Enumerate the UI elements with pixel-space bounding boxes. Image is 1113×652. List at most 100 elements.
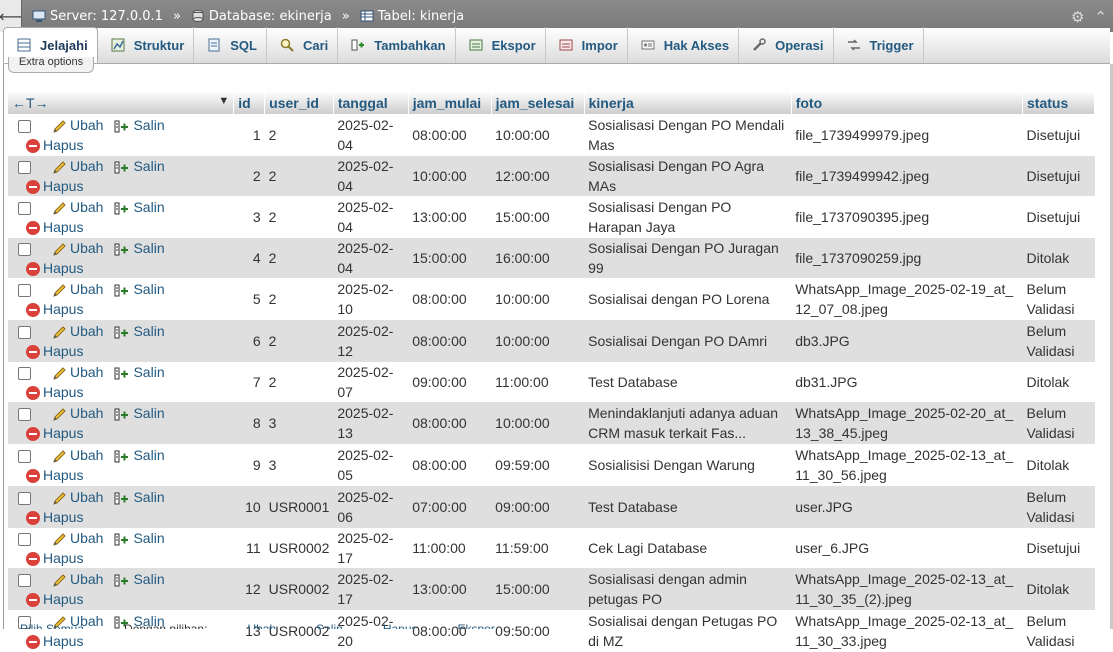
cell-kinerja[interactable]: Sosialisasi Dengan PO Harapan Jaya: [584, 196, 792, 238]
row-checkbox[interactable]: [18, 325, 31, 339]
tab-trigger[interactable]: Trigger: [834, 27, 924, 63]
cell-jam-selesai[interactable]: 11:59:00: [491, 528, 585, 568]
row-checkbox[interactable]: [18, 407, 31, 421]
cell-jam-selesai[interactable]: 11:00:00: [491, 362, 585, 402]
copy-button[interactable]: Salin: [114, 405, 165, 421]
column-header-foto[interactable]: foto: [791, 91, 1024, 114]
breadcrumb-table[interactable]: Tabel: kinerja: [378, 9, 464, 24]
copy-button[interactable]: Salin: [114, 447, 165, 463]
column-header-jam-selesai[interactable]: jam_selesai: [491, 91, 585, 114]
cell-status[interactable]: Belum Validasi: [1022, 320, 1095, 362]
cell-kinerja[interactable]: Sosialisasi Dengan PO Agra MAs: [584, 156, 792, 196]
cell-id[interactable]: 4: [233, 238, 265, 278]
delete-button[interactable]: Hapus: [26, 178, 83, 195]
cell-status[interactable]: Belum Validasi: [1022, 610, 1095, 652]
cell-id[interactable]: 7: [233, 362, 265, 402]
column-header-jam-mulai[interactable]: jam_mulai: [408, 91, 492, 114]
copy-button[interactable]: Salin: [114, 571, 165, 587]
cell-foto[interactable]: db3.JPG: [791, 320, 1023, 362]
delete-button[interactable]: Hapus: [26, 343, 83, 360]
row-checkbox[interactable]: [18, 283, 31, 297]
delete-button[interactable]: Hapus: [26, 260, 83, 277]
cell-kinerja[interactable]: Test Database: [584, 362, 792, 402]
edit-button[interactable]: Ubah: [52, 489, 103, 505]
cell-jam-mulai[interactable]: 08:00:00: [408, 402, 492, 444]
copy-button[interactable]: Salin: [114, 117, 165, 133]
cell-tanggal[interactable]: 2025-02-04: [333, 114, 409, 156]
row-checkbox[interactable]: [18, 119, 31, 133]
copy-button[interactable]: Salin: [114, 281, 165, 297]
cell-status[interactable]: Disetujui: [1022, 114, 1095, 156]
cell-status[interactable]: Disetujui: [1022, 196, 1095, 238]
cell-kinerja[interactable]: Sosialisasi dengan admin petugas PO: [584, 568, 792, 610]
cell-jam-mulai[interactable]: 08:00:00: [408, 278, 492, 320]
cell-tanggal[interactable]: 2025-02-04: [333, 196, 409, 238]
delete-button[interactable]: Hapus: [26, 550, 83, 567]
cell-foto[interactable]: file_1737090395.jpeg: [791, 196, 1023, 238]
column-arrows[interactable]: ←T→: [12, 95, 49, 111]
breadcrumb-server[interactable]: Server: 127.0.0.1: [50, 9, 163, 24]
cell-tanggal[interactable]: 2025-02-04: [333, 238, 409, 278]
check-all-link[interactable]: Pilih Semua: [20, 622, 84, 629]
tab-search[interactable]: Cari: [267, 27, 339, 63]
row-checkbox[interactable]: [18, 201, 31, 215]
row-checkbox[interactable]: [18, 242, 31, 256]
cell-kinerja[interactable]: Sosialisai dengan Petugas PO di MZ: [584, 610, 792, 652]
cell-id[interactable]: 8: [233, 402, 265, 444]
cell-user-id[interactable]: 2: [264, 156, 334, 196]
tab-import[interactable]: Impor: [546, 27, 628, 63]
cell-foto[interactable]: user_6.JPG: [791, 528, 1023, 568]
row-checkbox[interactable]: [18, 573, 31, 587]
cell-tanggal[interactable]: 2025-02-07: [333, 362, 409, 402]
cell-kinerja[interactable]: Menindaklanjuti adanya aduan CRM masuk t…: [584, 402, 792, 444]
column-header-id[interactable]: id: [233, 91, 266, 114]
row-checkbox[interactable]: [18, 366, 31, 380]
cell-user-id[interactable]: 3: [264, 444, 334, 486]
cell-id[interactable]: 12: [233, 568, 265, 610]
edit-button[interactable]: Ubah: [52, 323, 103, 339]
cell-tanggal[interactable]: 2025-02-13: [333, 402, 409, 444]
delete-button[interactable]: Hapus: [26, 467, 83, 484]
cell-jam-selesai[interactable]: 16:00:00: [491, 238, 585, 278]
cell-tanggal[interactable]: 2025-02-10: [333, 278, 409, 320]
cell-tanggal[interactable]: 2025-02-20: [333, 610, 409, 652]
cell-jam-mulai[interactable]: 08:00:00: [408, 610, 492, 652]
cell-status[interactable]: Belum Validasi: [1022, 486, 1095, 528]
cell-kinerja[interactable]: Sosialisai Dengan PO DAmri: [584, 320, 792, 362]
cell-jam-mulai[interactable]: 08:00:00: [408, 320, 492, 362]
cell-tanggal[interactable]: 2025-02-12: [333, 320, 409, 362]
cell-id[interactable]: 3: [233, 196, 265, 238]
cell-kinerja[interactable]: Cek Lagi Database: [584, 528, 792, 568]
cell-kinerja[interactable]: Sosialisisi Dengan Warung: [584, 444, 792, 486]
delete-button[interactable]: Hapus: [26, 219, 83, 236]
cell-status[interactable]: Disetujui: [1022, 528, 1095, 568]
cell-id[interactable]: 1: [233, 114, 265, 156]
cell-tanggal[interactable]: 2025-02-05: [333, 444, 409, 486]
tab-sql[interactable]: SQL: [194, 27, 267, 63]
cell-user-id[interactable]: USR0002: [264, 568, 334, 610]
cell-foto[interactable]: WhatsApp_Image_2025-02-13_at_11_30_35_(2…: [791, 568, 1023, 610]
breadcrumb-database[interactable]: Database: ekinerja: [209, 9, 332, 24]
cell-id[interactable]: 9: [233, 444, 265, 486]
cell-kinerja[interactable]: Sosialisai dengan PO Lorena: [584, 278, 792, 320]
cell-status[interactable]: Belum Validasi: [1022, 278, 1095, 320]
cell-jam-mulai[interactable]: 08:00:00: [408, 114, 492, 156]
cell-user-id[interactable]: 2: [264, 114, 334, 156]
bulk-export-button[interactable]: Ekspor: [458, 622, 495, 629]
edit-button[interactable]: Ubah: [52, 571, 103, 587]
copy-button[interactable]: Salin: [114, 364, 165, 380]
cell-user-id[interactable]: USR0002: [264, 528, 334, 568]
cell-user-id[interactable]: 2: [264, 196, 334, 238]
cell-jam-mulai[interactable]: 08:00:00: [408, 444, 492, 486]
cell-user-id[interactable]: 2: [264, 362, 334, 402]
copy-button[interactable]: Salin: [114, 240, 165, 256]
tab-operations[interactable]: Operasi: [739, 27, 834, 63]
cell-foto[interactable]: file_1737090259.jpg: [791, 238, 1023, 278]
cell-jam-selesai[interactable]: 12:00:00: [491, 156, 585, 196]
gear-icon[interactable]: ⚙: [1071, 8, 1084, 26]
delete-button[interactable]: Hapus: [26, 591, 83, 608]
delete-button[interactable]: Hapus: [26, 301, 83, 318]
cell-jam-mulai[interactable]: 07:00:00: [408, 486, 492, 528]
copy-button[interactable]: Salin: [114, 199, 165, 215]
edit-button[interactable]: Ubah: [52, 117, 103, 133]
